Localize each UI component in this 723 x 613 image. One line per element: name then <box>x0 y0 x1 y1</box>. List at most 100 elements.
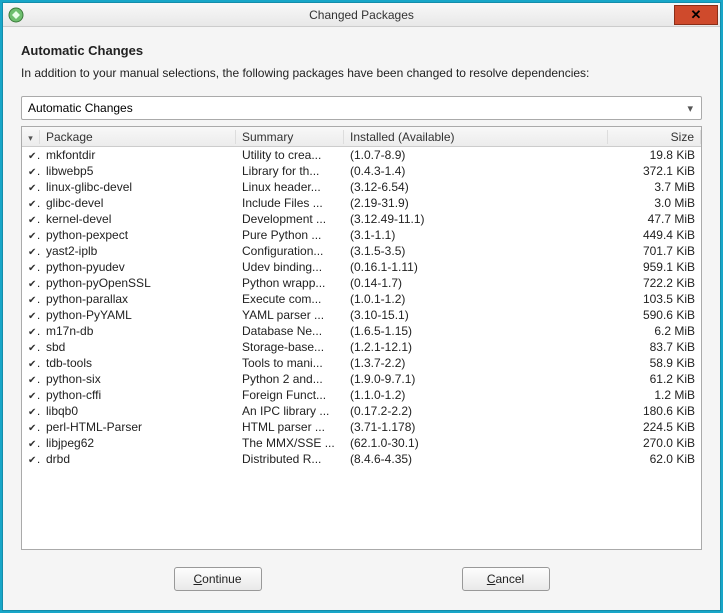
cell-installed: (0.16.1-1.11) <box>344 260 608 274</box>
cell-installed: (1.1.0-1.2) <box>344 388 608 402</box>
window-title: Changed Packages <box>3 8 720 22</box>
table-row[interactable]: ✔python-pyudevUdev binding...(0.16.1-1.1… <box>22 259 701 275</box>
cell-summary: Python 2 and... <box>236 372 344 386</box>
cell-installed: (0.4.3-1.4) <box>344 164 608 178</box>
cell-size: 224.5 KiB <box>608 420 701 434</box>
table-row[interactable]: ✔drbdDistributed R...(8.4.6-4.35)62.0 Ki… <box>22 451 701 467</box>
cell-size: 3.0 MiB <box>608 196 701 210</box>
cell-summary: Include Files ... <box>236 196 344 210</box>
column-size[interactable]: Size <box>608 130 701 144</box>
table-row[interactable]: ✔perl-HTML-ParserHTML parser ...(3.71-1.… <box>22 419 701 435</box>
cell-installed: (3.12.49-11.1) <box>344 212 608 226</box>
install-status-icon: ✔ <box>22 420 40 434</box>
cell-summary: An IPC library ... <box>236 404 344 418</box>
install-status-icon: ✔ <box>22 292 40 306</box>
cell-installed: (2.19-31.9) <box>344 196 608 210</box>
table-row[interactable]: ✔python-cffiForeign Funct...(1.1.0-1.2)1… <box>22 387 701 403</box>
cell-package: m17n-db <box>40 324 236 338</box>
continue-button[interactable]: Continue <box>174 567 262 591</box>
table-row[interactable]: ✔sbdStorage-base...(1.2.1-12.1)83.7 KiB <box>22 339 701 355</box>
table-row[interactable]: ✔glibc-develInclude Files ...(2.19-31.9)… <box>22 195 701 211</box>
table-row[interactable]: ✔python-sixPython 2 and...(1.9.0-9.7.1)6… <box>22 371 701 387</box>
cell-package: linux-glibc-devel <box>40 180 236 194</box>
cell-summary: Linux header... <box>236 180 344 194</box>
column-installed[interactable]: Installed (Available) <box>344 130 608 144</box>
cell-summary: HTML parser ... <box>236 420 344 434</box>
cell-package: yast2-iplb <box>40 244 236 258</box>
cell-size: 19.8 KiB <box>608 148 701 162</box>
app-icon <box>7 6 25 24</box>
cell-size: 1.2 MiB <box>608 388 701 402</box>
cell-summary: Pure Python ... <box>236 228 344 242</box>
cell-summary: Development ... <box>236 212 344 226</box>
table-row[interactable]: ✔libqb0An IPC library ...(0.17.2-2.2)180… <box>22 403 701 419</box>
install-status-icon: ✔ <box>22 436 40 450</box>
table-row[interactable]: ✔libwebp5Library for th...(0.4.3-1.4)372… <box>22 163 701 179</box>
cell-package: libqb0 <box>40 404 236 418</box>
cell-installed: (0.17.2-2.2) <box>344 404 608 418</box>
install-status-icon: ✔ <box>22 244 40 258</box>
install-status-icon: ✔ <box>22 180 40 194</box>
cell-installed: (3.71-1.178) <box>344 420 608 434</box>
install-status-icon: ✔ <box>22 260 40 274</box>
table-row[interactable]: ✔python-pexpectPure Python ...(3.1-1.1)4… <box>22 227 701 243</box>
cell-package: python-parallax <box>40 292 236 306</box>
cell-package: python-pyOpenSSL <box>40 276 236 290</box>
cell-summary: Database Ne... <box>236 324 344 338</box>
category-dropdown[interactable]: Automatic Changes <box>21 96 702 120</box>
cell-size: 722.2 KiB <box>608 276 701 290</box>
cell-size: 103.5 KiB <box>608 292 701 306</box>
table-row[interactable]: ✔python-pyOpenSSLPython wrapp...(0.14-1.… <box>22 275 701 291</box>
cell-size: 959.1 KiB <box>608 260 701 274</box>
cell-size: 3.7 MiB <box>608 180 701 194</box>
cell-package: perl-HTML-Parser <box>40 420 236 434</box>
close-button[interactable]: ✕ <box>674 5 718 25</box>
dialog-window: Changed Packages ✕ Automatic Changes In … <box>3 3 720 610</box>
cancel-accelerator: C <box>487 572 496 586</box>
cell-installed: (62.1.0-30.1) <box>344 436 608 450</box>
dropdown-value: Automatic Changes <box>28 101 133 115</box>
cell-size: 449.4 KiB <box>608 228 701 242</box>
cell-size: 590.6 KiB <box>608 308 701 322</box>
package-table: Package Summary Installed (Available) Si… <box>21 126 702 550</box>
column-summary[interactable]: Summary <box>236 130 344 144</box>
cell-package: python-six <box>40 372 236 386</box>
table-row[interactable]: ✔libjpeg62The MMX/SSE ...(62.1.0-30.1)27… <box>22 435 701 451</box>
section-title: Automatic Changes <box>21 43 702 58</box>
cancel-label-rest: ancel <box>495 572 524 586</box>
cell-package: python-pexpect <box>40 228 236 242</box>
table-row[interactable]: ✔linux-glibc-develLinux header...(3.12-6… <box>22 179 701 195</box>
cell-summary: Configuration... <box>236 244 344 258</box>
install-status-icon: ✔ <box>22 340 40 354</box>
cell-size: 6.2 MiB <box>608 324 701 338</box>
table-row[interactable]: ✔m17n-dbDatabase Ne...(1.6.5-1.15)6.2 Mi… <box>22 323 701 339</box>
table-header: Package Summary Installed (Available) Si… <box>22 127 701 147</box>
install-status-icon: ✔ <box>22 452 40 466</box>
table-row[interactable]: ✔python-PyYAMLYAML parser ...(3.10-15.1)… <box>22 307 701 323</box>
table-row[interactable]: ✔mkfontdirUtility to crea...(1.0.7-8.9)1… <box>22 147 701 163</box>
cell-size: 180.6 KiB <box>608 404 701 418</box>
cancel-button[interactable]: Cancel <box>462 567 550 591</box>
continue-accelerator: C <box>193 572 202 586</box>
install-status-icon: ✔ <box>22 308 40 322</box>
table-row[interactable]: ✔yast2-iplbConfiguration...(3.1.5-3.5)70… <box>22 243 701 259</box>
cell-package: python-pyudev <box>40 260 236 274</box>
cell-summary: Tools to mani... <box>236 356 344 370</box>
column-status[interactable] <box>22 130 40 144</box>
cell-size: 61.2 KiB <box>608 372 701 386</box>
cell-installed: (1.0.7-8.9) <box>344 148 608 162</box>
content-area: Automatic Changes In addition to your ma… <box>3 27 720 610</box>
table-body[interactable]: ✔mkfontdirUtility to crea...(1.0.7-8.9)1… <box>22 147 701 549</box>
table-row[interactable]: ✔tdb-toolsTools to mani...(1.3.7-2.2)58.… <box>22 355 701 371</box>
install-status-icon: ✔ <box>22 276 40 290</box>
titlebar: Changed Packages ✕ <box>3 3 720 27</box>
cell-summary: Utility to crea... <box>236 148 344 162</box>
table-row[interactable]: ✔python-parallaxExecute com...(1.0.1-1.2… <box>22 291 701 307</box>
install-status-icon: ✔ <box>22 228 40 242</box>
cell-installed: (3.12-6.54) <box>344 180 608 194</box>
cell-size: 372.1 KiB <box>608 164 701 178</box>
table-row[interactable]: ✔kernel-develDevelopment ...(3.12.49-11.… <box>22 211 701 227</box>
column-package[interactable]: Package <box>40 130 236 144</box>
cell-summary: Python wrapp... <box>236 276 344 290</box>
cell-summary: Foreign Funct... <box>236 388 344 402</box>
